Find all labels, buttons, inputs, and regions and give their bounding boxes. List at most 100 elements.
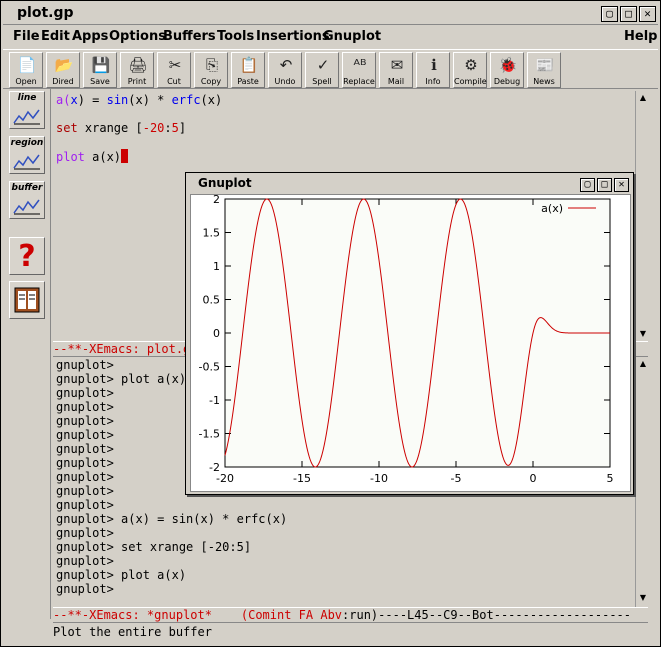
minimize-button[interactable]: ▢ <box>601 6 618 22</box>
repl-scrollbar[interactable]: ▲ ▼ <box>635 357 649 607</box>
repl-line: gnuplot> <box>56 386 114 400</box>
code-token: : <box>164 121 172 135</box>
toolbar-label: Dired <box>52 77 74 86</box>
close-button[interactable]: ✕ <box>639 6 656 22</box>
modeline-mode: Comint FA Abv <box>248 608 343 622</box>
toolbar-spell-button[interactable]: ✓ Spell <box>305 52 339 88</box>
toolbar-replace-button[interactable]: ᴬᴮ Replace <box>342 52 376 88</box>
toolbar-paste-button[interactable]: 📋 Paste <box>231 52 265 88</box>
y-tick-label: -1 <box>209 394 220 407</box>
menu-buffers[interactable]: Buffers <box>163 29 216 44</box>
plot-line-button[interactable]: line <box>9 91 45 129</box>
scroll-down-arrow-icon[interactable]: ▼ <box>638 593 648 603</box>
toolbar-label: Save <box>90 77 110 86</box>
menu-insertions[interactable]: Insertions <box>256 29 330 44</box>
sidebar-label: buffer <box>11 183 43 193</box>
code-token: ) = <box>77 93 107 107</box>
code-line-3: plot a(x) <box>56 149 129 164</box>
code-token: sin <box>106 93 129 107</box>
y-tick-label: -1.5 <box>199 428 220 441</box>
code-token: a( <box>56 93 71 107</box>
gnuplot-maximize-button[interactable]: □ <box>597 178 612 192</box>
y-tick-label: 1 <box>213 260 220 273</box>
repl-line: gnuplot> <box>56 358 114 372</box>
toolbar: 📄 Open 📂 Dired 💾 Save 🖨 Print ✂ Cut ⎘ Copy 📋 Pa… <box>3 49 658 89</box>
manual-button[interactable] <box>9 281 45 319</box>
code-token: plot <box>56 150 85 164</box>
help-button[interactable]: ? <box>9 237 45 275</box>
compile-icon: ⚙ <box>464 56 478 74</box>
replace-icon: ᴬᴮ <box>353 56 367 74</box>
book-icon <box>14 287 40 313</box>
menu-tools[interactable]: Tools <box>217 29 254 44</box>
toolbar-label: Undo <box>274 77 296 86</box>
y-tick-label: -0.5 <box>199 361 220 374</box>
toolbar-copy-button[interactable]: ⎘ Copy <box>194 52 228 88</box>
y-tick-label: 1.5 <box>203 227 221 240</box>
repl-line: gnuplot> <box>56 442 114 456</box>
toolbar-mail-button[interactable]: ✉ Mail <box>379 52 413 88</box>
gnuplot-close-button[interactable]: ✕ <box>614 178 629 192</box>
toolbar-compile-button[interactable]: ⚙ Compile <box>453 52 487 88</box>
paste-icon: 📋 <box>239 56 259 74</box>
editor-scrollbar[interactable]: ▲ ▼ <box>635 91 649 343</box>
menu-gnuplot[interactable]: Gnuplot <box>323 29 381 44</box>
gnuplot-minimize-button[interactable]: ▢ <box>580 178 595 192</box>
y-tick-label: 2 <box>213 195 220 206</box>
gnuplot-title-bar[interactable]: Gnuplot ▢ □ ✕ <box>188 175 631 192</box>
code-token: 5 <box>171 121 179 135</box>
plot-buffer-button[interactable]: buffer <box>9 181 45 219</box>
repl-line: gnuplot> set xrange [-20:5] <box>56 540 252 554</box>
toolbar-dired-button[interactable]: 📂 Dired <box>46 52 80 88</box>
toolbar-label: Replace <box>343 77 375 86</box>
spell-icon: ✓ <box>316 56 330 74</box>
code-line-2: set xrange [-20:5] <box>56 121 186 135</box>
xemacs-window: plot.gp ▢ □ ✕ File Edit Apps Options Buf… <box>0 0 661 647</box>
toolbar-open-button[interactable]: 📄 Open <box>9 52 43 88</box>
news-icon: 📰 <box>535 56 555 74</box>
toolbar-cut-button[interactable]: ✂ Cut <box>157 52 191 88</box>
gnuplot-sidebar: line region buffer ? <box>3 89 51 619</box>
menu-edit[interactable]: Edit <box>41 29 70 44</box>
menu-bar: File Edit Apps Options Buffers Tools Ins… <box>3 26 658 48</box>
y-tick-label: 0 <box>213 327 220 340</box>
code-token: a(x) <box>84 150 122 164</box>
plot-frame <box>224 198 611 468</box>
toolbar-debug-button[interactable]: 🐞 Debug <box>490 52 524 88</box>
repl-line: gnuplot> plot a(x) <box>56 568 187 582</box>
toolbar-label: Spell <box>312 77 332 86</box>
maximize-button[interactable]: □ <box>620 6 637 22</box>
code-token: xrange [ <box>77 121 143 135</box>
repl-line: gnuplot> <box>56 470 114 484</box>
question-mark-icon: ? <box>18 239 35 273</box>
toolbar-save-button[interactable]: 💾 Save <box>83 52 117 88</box>
toolbar-print-button[interactable]: 🖨 Print <box>120 52 154 88</box>
chart-svg: 21.510.50-0.5-1-1.5-2-20 -15 -10 -5 0 5a(x) <box>199 193 614 485</box>
toolbar-info-button[interactable]: ℹ Info <box>416 52 450 88</box>
y-tick-label: 0.5 <box>203 294 221 307</box>
sidebar-label: region <box>10 138 44 148</box>
repl-line: gnuplot> <box>56 484 114 498</box>
toolbar-news-button[interactable]: 📰 News <box>527 52 561 88</box>
menu-apps[interactable]: Apps <box>72 29 108 44</box>
code-token: -20 <box>142 121 165 135</box>
svg-text:?: ? <box>18 239 35 273</box>
repl-line: gnuplot> <box>56 428 114 442</box>
x-tick-label: 5 <box>607 472 614 485</box>
scroll-down-arrow-icon[interactable]: ▼ <box>638 329 648 339</box>
title-bar[interactable]: plot.gp ▢ □ ✕ <box>3 3 658 25</box>
toolbar-undo-button[interactable]: ↶ Undo <box>268 52 302 88</box>
mail-icon: ✉ <box>390 56 404 74</box>
echo-area: Plot the entire buffer <box>53 625 212 639</box>
modeline-paren: ( <box>240 608 249 622</box>
scroll-up-arrow-icon[interactable]: ▲ <box>638 93 648 103</box>
gnuplot-window: Gnuplot ▢ □ ✕ 2 1.5 1 0.5 0 -0.5 -1 -1.5 -2 -20 -1… <box>185 172 634 495</box>
undo-icon: ↶ <box>279 56 293 74</box>
menu-file[interactable]: File <box>13 29 40 44</box>
scroll-up-arrow-icon[interactable]: ▲ <box>638 359 648 369</box>
menu-help[interactable]: Help <box>624 29 657 44</box>
toolbar-label: Print <box>127 77 147 86</box>
repl-line: gnuplot> <box>56 582 114 596</box>
menu-options[interactable]: Options <box>109 29 166 44</box>
plot-region-button[interactable]: region <box>9 136 45 174</box>
